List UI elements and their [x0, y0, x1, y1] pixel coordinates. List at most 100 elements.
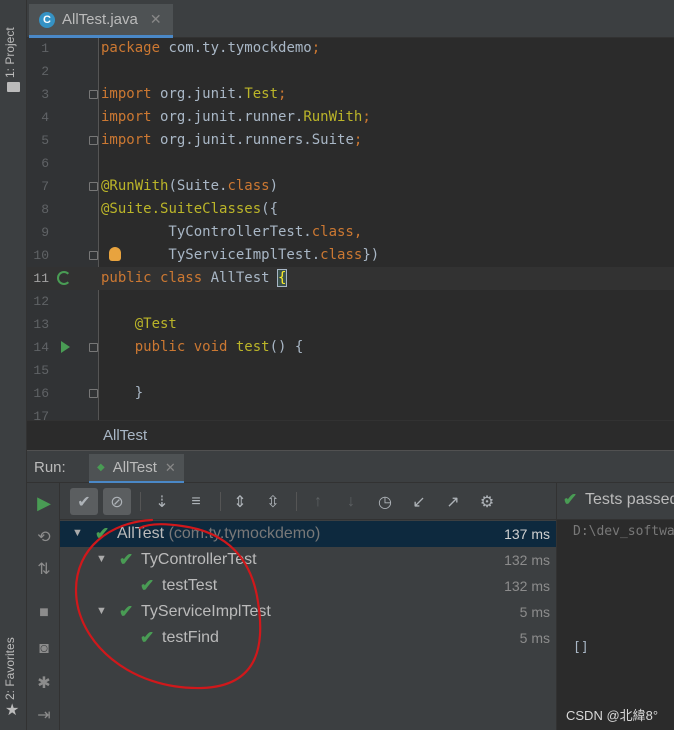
sort-alphabetically-icon[interactable]: ⇣	[148, 488, 176, 515]
test-passed-icon: ✔	[119, 550, 134, 569]
show-passed-icon[interactable]: ✔	[70, 488, 98, 515]
test-results-tree: ▼ ✔ AllTest (com.ty.tymockdemo) 137 ms ▼ ✔ TyC…	[60, 520, 556, 730]
code-token: )	[269, 178, 279, 194]
code-token: org.junit.runner.	[160, 109, 304, 125]
exit-icon[interactable]: ⇥	[34, 705, 54, 725]
test-run-icon: ◆	[97, 462, 105, 473]
test-tree-row[interactable]: ✔ testTest 132 ms	[60, 573, 556, 599]
run-all-tests-icon[interactable]	[57, 271, 71, 285]
code-token: class	[160, 270, 211, 286]
code-token: TyControllerTest.	[101, 224, 312, 240]
fold-icon[interactable]	[89, 251, 98, 260]
run-toolbar: ✔ ⊘ ⇣ ≡ ⇕ ⇳ ↑ ↓ ◷ ↙ ↗ ⚙	[60, 483, 556, 520]
toggle-auto-test-icon[interactable]: ⇅	[34, 559, 54, 579]
stop-icon[interactable]: ■	[34, 603, 54, 623]
code-token: @Suite.	[101, 201, 161, 217]
import-tests-icon[interactable]: ↙	[405, 488, 433, 515]
code-line[interactable]: 13 @Test	[27, 313, 674, 336]
code-token: import	[101, 86, 161, 102]
run-tab-alltest[interactable]: ◆ AllTest ✕	[89, 454, 184, 484]
test-tree-row[interactable]: ✔ testFind 5 ms	[60, 625, 556, 651]
code-text: import org.junit.runners.Suite;	[101, 129, 362, 152]
code-line[interactable]: 4 import org.junit.runner.RunWith;	[27, 106, 674, 129]
code-token: AllTest	[210, 270, 279, 286]
code-token: }	[101, 385, 144, 401]
code-line[interactable]: 3 import org.junit.Test;	[27, 83, 674, 106]
line-number: 2	[41, 64, 49, 79]
code-line[interactable]: 6	[27, 152, 674, 175]
test-passed-icon: ✔	[140, 576, 155, 595]
expand-arrow-icon[interactable]: ▼	[72, 527, 83, 539]
console-output[interactable]: D:\dev_software []	[556, 520, 674, 730]
code-line[interactable]: 1 package com.ty.tymockdemo;	[27, 38, 674, 60]
test-name-label: testTest	[162, 577, 218, 594]
show-ignored-icon[interactable]: ⊘	[103, 488, 131, 515]
code-line[interactable]: 9 TyControllerTest.class,	[27, 221, 674, 244]
gear-icon[interactable]: ⚙	[473, 488, 501, 515]
code-line[interactable]: 11 public class AllTest {	[27, 267, 674, 290]
breadcrumb-item[interactable]: AllTest	[103, 427, 147, 444]
left-tool-strip: 1: Project 2: Favorites ★	[0, 0, 27, 730]
code-token: class	[320, 247, 363, 263]
expand-arrow-icon[interactable]: ▼	[96, 553, 107, 565]
code-token: import	[101, 109, 161, 125]
close-icon[interactable]: ✕	[165, 460, 176, 476]
code-line[interactable]: 8 @Suite.SuiteClasses({	[27, 198, 674, 221]
favorites-tool-window-button[interactable]: 2: Favorites	[3, 637, 17, 700]
code-line[interactable]: 16 }	[27, 382, 674, 405]
code-line[interactable]: 5 import org.junit.runners.Suite;	[27, 129, 674, 152]
code-line[interactable]: 7 @RunWith(Suite.class)	[27, 175, 674, 198]
code-line[interactable]: 12	[27, 290, 674, 313]
line-number: 9	[41, 225, 49, 240]
fold-icon[interactable]	[89, 136, 98, 145]
editor-tab-alltest[interactable]: C AllTest.java ✕	[29, 4, 173, 38]
test-tree-row[interactable]: ▼ ✔ AllTest (com.ty.tymockdemo) 137 ms	[60, 521, 556, 547]
line-number: 6	[41, 156, 49, 171]
code-line[interactable]: 10 TyServiceImplTest.class})	[27, 244, 674, 267]
code-line[interactable]: 2	[27, 60, 674, 83]
run-tab-label: AllTest	[112, 459, 157, 476]
camera-icon[interactable]: ◙	[34, 639, 54, 659]
export-tests-icon[interactable]: ↗	[439, 488, 467, 515]
fold-icon[interactable]	[89, 389, 98, 398]
code-line[interactable]: 14 public void test() {	[27, 336, 674, 359]
fold-icon[interactable]	[89, 343, 98, 352]
expand-arrow-icon[interactable]: ▼	[96, 605, 107, 617]
sort-by-duration-icon[interactable]: ≡	[182, 488, 210, 515]
collapse-all-icon[interactable]: ⇳	[259, 488, 287, 515]
line-number: 1	[41, 41, 49, 56]
test-tree-row[interactable]: ▼ ✔ TyServiceImplTest 5 ms	[60, 599, 556, 625]
code-line[interactable]: 15	[27, 359, 674, 382]
run-test-icon[interactable]	[61, 341, 70, 353]
code-editor[interactable]: 1 package com.ty.tymockdemo; 2 3 import org.…	[27, 38, 674, 420]
run-panel-header: Run: ◆ AllTest ✕	[27, 450, 674, 484]
expand-all-icon[interactable]: ⇕	[226, 488, 254, 515]
rerun-failed-icon[interactable]: ⟲	[34, 527, 54, 547]
code-text: }	[101, 382, 143, 405]
console-path-text: D:\dev_software	[573, 524, 674, 539]
folder-icon	[7, 82, 20, 92]
fold-icon[interactable]	[89, 90, 98, 99]
close-icon[interactable]: ✕	[150, 11, 162, 28]
code-line[interactable]: 17	[27, 405, 674, 420]
test-duration: 5 ms	[519, 630, 550, 646]
next-failed-icon[interactable]: ↓	[337, 488, 365, 515]
test-name-label: AllTest	[117, 525, 165, 542]
code-token: package	[101, 40, 169, 56]
code-token: com.ty.tymockdemo	[168, 40, 312, 56]
star-icon: ★	[5, 702, 20, 719]
test-tree-row[interactable]: ▼ ✔ TyControllerTest 132 ms	[60, 547, 556, 573]
test-name-label: TyServiceImplTest	[141, 603, 271, 620]
test-duration: 132 ms	[504, 552, 550, 568]
test-history-icon[interactable]: ◷	[371, 488, 399, 515]
rerun-icon[interactable]: ▶	[34, 493, 54, 513]
test-passed-icon: ✔	[140, 628, 155, 647]
code-text: TyServiceImplTest.class})	[101, 244, 379, 267]
code-token: Suite	[311, 132, 354, 148]
line-number: 8	[41, 202, 49, 217]
code-token: public	[101, 339, 194, 355]
project-tool-window-button[interactable]: 1: Project	[3, 27, 17, 78]
fold-icon[interactable]	[89, 182, 98, 191]
previous-failed-icon[interactable]: ↑	[304, 488, 332, 515]
pin-icon[interactable]: ✱	[34, 673, 54, 693]
